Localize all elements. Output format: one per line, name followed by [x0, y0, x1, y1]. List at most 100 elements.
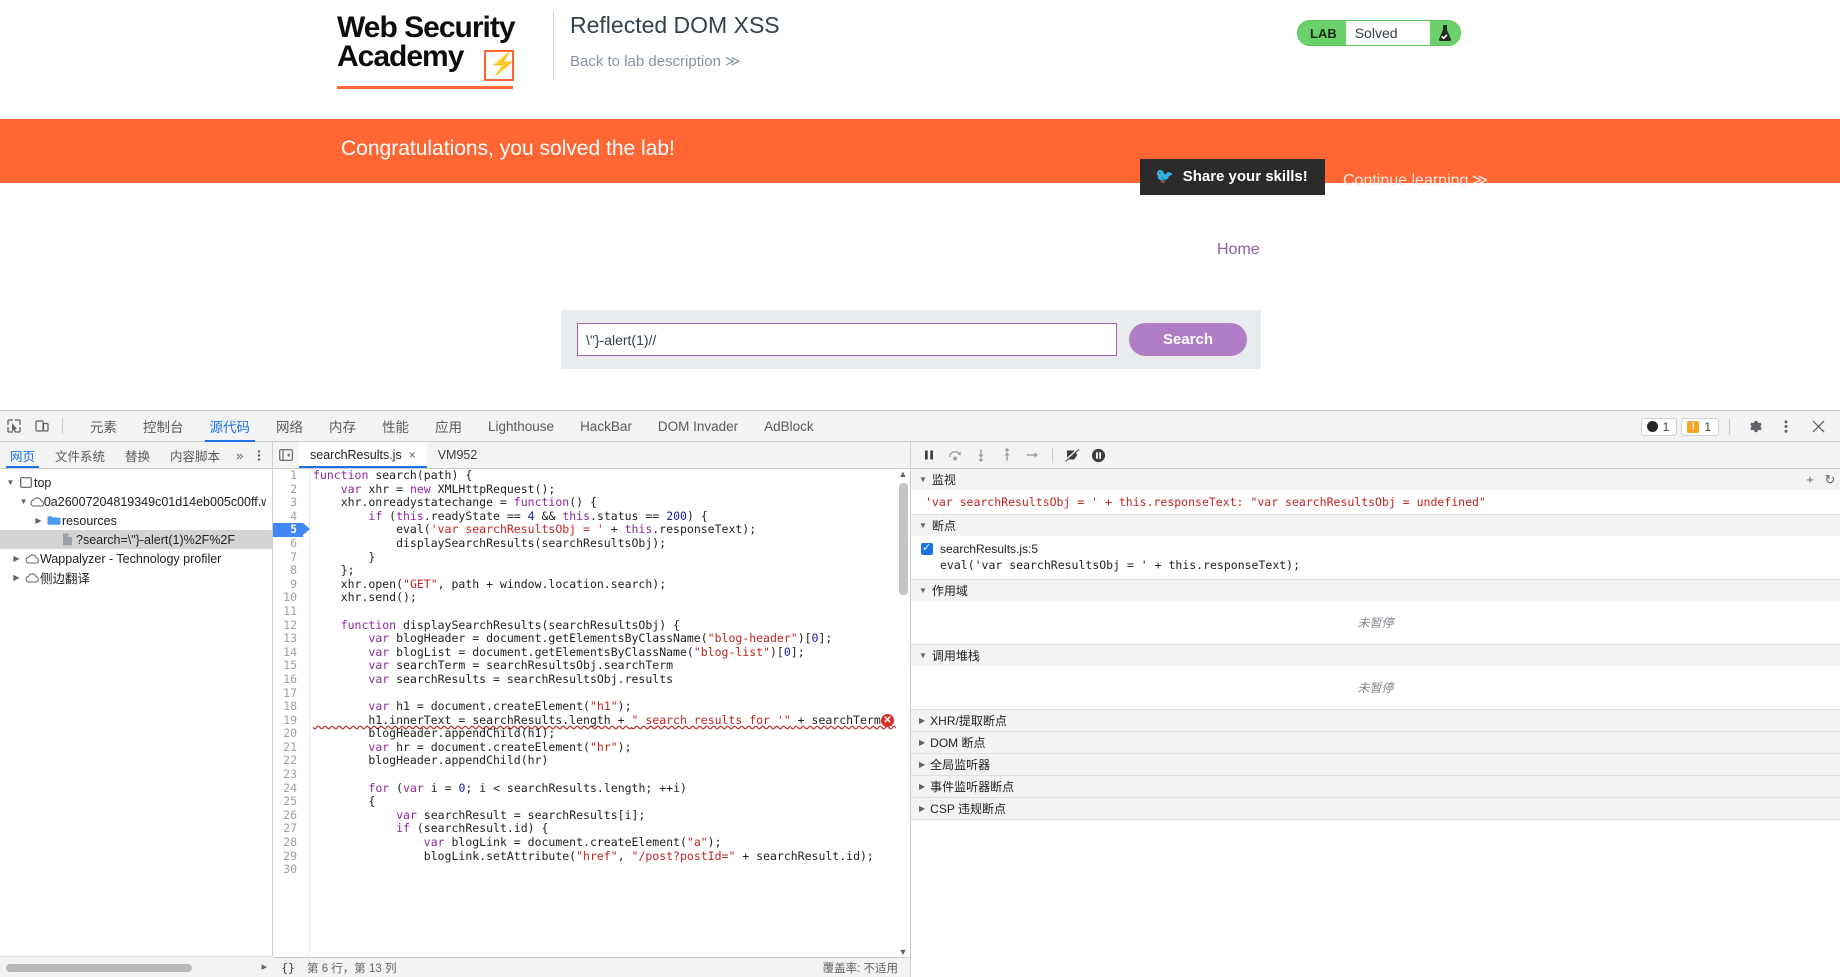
line-number[interactable]: 3: [273, 496, 303, 510]
line-number[interactable]: 9: [273, 577, 303, 592]
editor-tab-vm952[interactable]: VM952: [427, 442, 489, 468]
step-out-button[interactable]: [995, 444, 1019, 466]
code-line[interactable]: 12 function displaySearchResults(searchR…: [273, 618, 910, 633]
code-line[interactable]: 25 {: [273, 795, 910, 809]
code-line[interactable]: 6 displaySearchResults(searchResultsObj)…: [273, 536, 910, 551]
line-number[interactable]: 4: [273, 509, 303, 524]
error-count-badge[interactable]: 1: [1640, 417, 1678, 436]
plus-icon[interactable]: +: [1800, 472, 1820, 487]
line-number[interactable]: 11: [273, 604, 303, 619]
tab-performance[interactable]: 性能: [369, 411, 422, 442]
tab-adblock[interactable]: AdBlock: [751, 411, 827, 442]
step-into-button[interactable]: [969, 444, 993, 466]
line-number[interactable]: 13: [273, 632, 303, 646]
tab-sources[interactable]: 源代码: [197, 411, 264, 442]
call-stack-section-header[interactable]: ▼ 调用堆栈: [911, 645, 1840, 666]
code-line[interactable]: 15 var searchTerm = searchResultsObj.sea…: [273, 659, 910, 673]
line-number[interactable]: 5: [273, 523, 310, 537]
chevron-right-icon[interactable]: ▶: [32, 516, 45, 525]
code-line[interactable]: 2 var xhr = new XMLHttpRequest();: [273, 482, 910, 497]
tab-console[interactable]: 控制台: [130, 411, 197, 442]
code-line[interactable]: 5 eval('var searchResultsObj = ' + this.…: [273, 523, 910, 537]
scrollbar-thumb[interactable]: [899, 483, 908, 595]
tree-item-wappalyzer[interactable]: ▶ Wappalyzer - Technology profiler: [0, 549, 272, 568]
scroll-down-icon[interactable]: ▼: [896, 947, 910, 957]
scroll-right-icon[interactable]: ▸: [261, 960, 267, 973]
code-line[interactable]: 24 for (var i = 0; i < searchResults.len…: [273, 781, 910, 796]
breakpoint-item[interactable]: searchResults.js:5 eval('var searchResul…: [911, 539, 1840, 576]
nav-tab-page[interactable]: 网页: [0, 442, 45, 468]
inspect-element-icon[interactable]: [0, 413, 28, 439]
step-button[interactable]: [1021, 444, 1045, 466]
line-number[interactable]: 14: [273, 645, 303, 660]
code-line[interactable]: 10 xhr.send();: [273, 591, 910, 605]
pause-on-exceptions-button[interactable]: [1086, 444, 1110, 466]
tab-network[interactable]: 网络: [263, 411, 316, 442]
code-line[interactable]: 7 }: [273, 550, 910, 565]
nav-tab-overrides[interactable]: 替换: [115, 442, 160, 468]
chevron-down-icon[interactable]: ▼: [18, 497, 29, 506]
line-number[interactable]: 22: [273, 754, 303, 769]
code-line[interactable]: 20 blogHeader.appendChild(h1);: [273, 727, 910, 741]
web-security-academy-logo[interactable]: Web Security Academy ⚡: [337, 13, 547, 89]
global-listeners-section-header[interactable]: ▶ 全局监听器: [911, 754, 1840, 775]
line-number[interactable]: 26: [273, 808, 303, 823]
chevron-right-icon[interactable]: ▶: [10, 573, 23, 582]
csp-violation-breakpoints-section-header[interactable]: ▶ CSP 违规断点: [911, 798, 1840, 819]
line-number[interactable]: 19: [273, 713, 303, 728]
deactivate-breakpoints-button[interactable]: [1060, 444, 1084, 466]
nav-more-tabs-icon[interactable]: »: [230, 442, 249, 468]
code-line[interactable]: 9 xhr.open("GET", path + window.location…: [273, 577, 910, 592]
refresh-icon[interactable]: ↻: [1820, 472, 1840, 488]
line-number[interactable]: 16: [273, 672, 303, 687]
line-number[interactable]: 25: [273, 795, 303, 809]
line-number[interactable]: 10: [273, 591, 303, 605]
scrollbar-thumb[interactable]: [6, 964, 192, 972]
code-line[interactable]: 16 var searchResults = searchResultsObj.…: [273, 672, 910, 687]
code-line[interactable]: 4 if (this.readyState == 4 && this.statu…: [273, 509, 910, 524]
code-line[interactable]: 27 if (searchResult.id) {: [273, 822, 910, 837]
tree-item-top[interactable]: ▼ top: [0, 473, 272, 492]
tab-application[interactable]: 应用: [422, 411, 475, 442]
scope-section-header[interactable]: ▼ 作用域: [911, 580, 1840, 601]
line-number[interactable]: 23: [273, 767, 303, 782]
line-number[interactable]: 8: [273, 564, 303, 578]
search-input[interactable]: [577, 323, 1117, 356]
tab-elements[interactable]: 元素: [77, 411, 130, 442]
code-line[interactable]: 28 var blogLink = document.createElement…: [273, 835, 910, 850]
line-number[interactable]: 20: [273, 727, 303, 741]
device-toolbar-icon[interactable]: [28, 413, 56, 439]
breakpoints-section-header[interactable]: ▼ 断点: [911, 515, 1840, 536]
xhr-breakpoints-section-header[interactable]: ▶ XHR/提取断点: [911, 710, 1840, 731]
pretty-print-icon[interactable]: {}: [273, 961, 303, 975]
share-your-skills-button[interactable]: 🐦 Share your skills!: [1140, 159, 1325, 195]
search-button[interactable]: Search: [1129, 323, 1247, 356]
line-number[interactable]: 6: [273, 536, 303, 551]
tab-memory[interactable]: 内存: [316, 411, 369, 442]
code-line[interactable]: 19 h1.innerText = searchResults.length +…: [273, 713, 910, 728]
code-line[interactable]: 13 var blogHeader = document.getElements…: [273, 631, 910, 646]
kebab-menu-icon[interactable]: [1772, 414, 1800, 440]
tree-item-resources[interactable]: ▶ resources: [0, 511, 272, 530]
code-line[interactable]: 26 var searchResult = searchResults[i];: [273, 808, 910, 823]
code-line[interactable]: 17: [273, 686, 910, 701]
scroll-up-icon[interactable]: ▲: [896, 469, 910, 479]
home-link[interactable]: Home: [1217, 241, 1260, 259]
code-line[interactable]: 21 var hr = document.createElement("hr")…: [273, 740, 910, 755]
step-over-button[interactable]: [943, 444, 967, 466]
pause-resume-button[interactable]: [917, 444, 941, 466]
code-line[interactable]: 30: [273, 863, 910, 877]
watch-expression-row[interactable]: 'var searchResultsObj = ' + this.respons…: [911, 493, 1840, 511]
line-number[interactable]: 29: [273, 849, 303, 864]
line-number[interactable]: 28: [273, 835, 303, 850]
tab-dom-invader[interactable]: DOM Invader: [645, 411, 751, 442]
navigator-kebab-menu-icon[interactable]: [250, 446, 268, 464]
code-line[interactable]: 11: [273, 604, 910, 619]
code-line[interactable]: 14 var blogList = document.getElementsBy…: [273, 645, 910, 660]
code-line[interactable]: 3 xhr.onreadystatechange = function() {: [273, 495, 910, 510]
gear-icon[interactable]: [1740, 414, 1768, 440]
tree-item-origin[interactable]: ▼ 0a26007204819349c01d14eb005c00ff.web-s…: [0, 492, 272, 511]
line-number[interactable]: 1: [273, 469, 303, 483]
line-number[interactable]: 2: [273, 482, 303, 497]
continue-learning-link[interactable]: Continue learning ≫: [1343, 170, 1488, 190]
